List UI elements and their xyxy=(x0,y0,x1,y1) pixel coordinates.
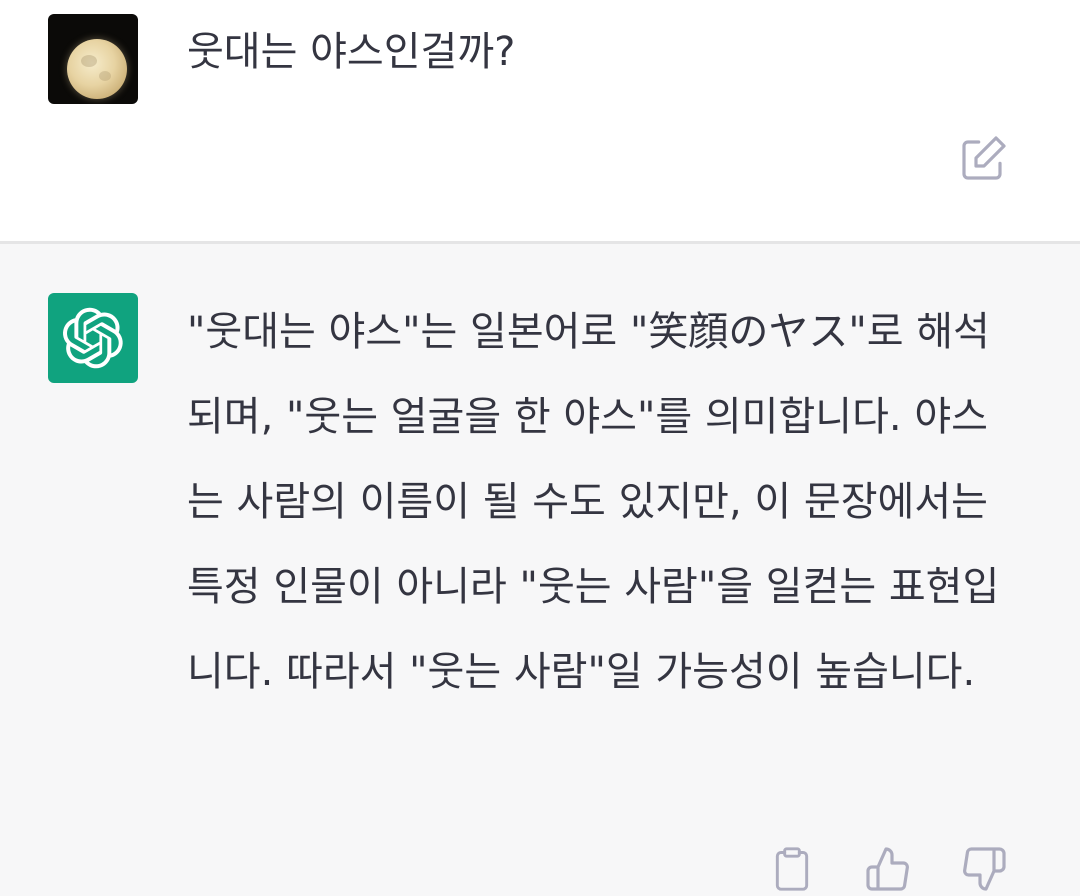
thumbs-down-icon xyxy=(963,847,1006,891)
like-button[interactable] xyxy=(862,842,914,896)
openai-logo-icon xyxy=(63,307,123,369)
dislike-button[interactable] xyxy=(958,842,1010,896)
assistant-message-text: "웃대는 야스"는 일본어로 "笑顔のヤス"로 해석되며, "웃는 얼굴을 한 … xyxy=(187,302,1017,715)
moon-image xyxy=(67,39,127,99)
edit-button[interactable] xyxy=(958,132,1010,184)
thumbs-up-icon xyxy=(866,847,909,891)
copy-button[interactable] xyxy=(768,842,816,896)
edit-icon xyxy=(962,136,1006,180)
assistant-avatar xyxy=(48,293,138,383)
user-avatar xyxy=(48,14,138,104)
user-message-row: 웃대는 야스인걸까? xyxy=(0,0,1080,241)
user-message-text: 웃대는 야스인걸까? xyxy=(187,29,516,75)
assistant-message-paragraph: "웃대는 야스"는 일본어로 "笑顔のヤス"로 해석되며, "웃는 얼굴을 한 … xyxy=(187,309,1000,695)
clipboard-icon xyxy=(775,847,809,891)
